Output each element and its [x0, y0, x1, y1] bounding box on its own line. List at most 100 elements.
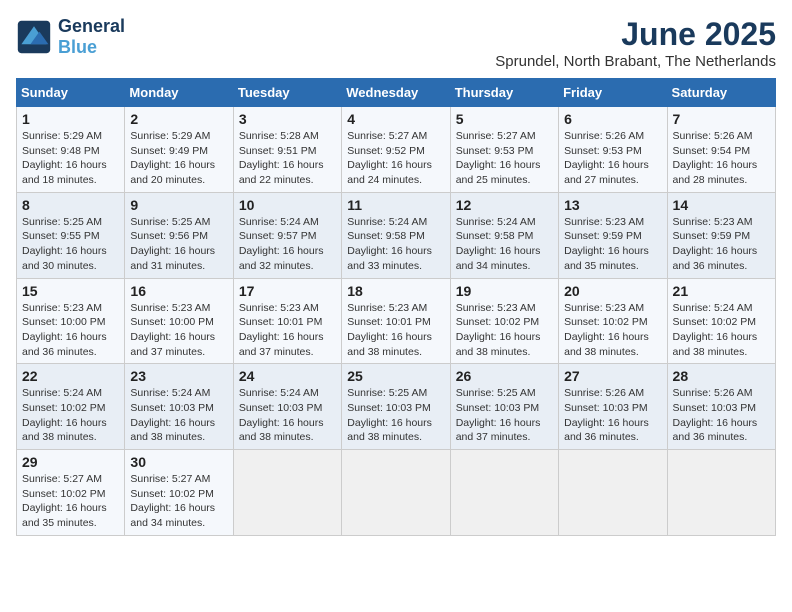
day-number: 23 — [130, 368, 227, 384]
day-info: Sunrise: 5:23 AM Sunset: 9:59 PM Dayligh… — [673, 215, 770, 274]
day-info: Sunrise: 5:28 AM Sunset: 9:51 PM Dayligh… — [239, 129, 336, 188]
day-info: Sunrise: 5:26 AM Sunset: 10:03 PM Daylig… — [673, 386, 770, 445]
table-cell: 6 Sunrise: 5:26 AM Sunset: 9:53 PM Daylig… — [559, 107, 667, 193]
day-number: 3 — [239, 111, 336, 127]
table-cell: 5 Sunrise: 5:27 AM Sunset: 9:53 PM Daylig… — [450, 107, 558, 193]
table-cell: 26 Sunrise: 5:25 AM Sunset: 10:03 PM Dayl… — [450, 364, 558, 450]
week-row-5: 29Sunrise: 5:27 AM Sunset: 10:02 PM Dayl… — [17, 450, 776, 536]
day-info: Sunrise: 5:24 AM Sunset: 10:02 PM Daylig… — [22, 386, 119, 445]
title-block: June 2025 Sprundel, North Brabant, The N… — [495, 16, 776, 70]
day-info: Sunrise: 5:26 AM Sunset: 9:54 PM Dayligh… — [673, 129, 770, 188]
col-monday: Monday — [125, 79, 233, 107]
day-number: 5 — [456, 111, 553, 127]
table-cell: 21 Sunrise: 5:24 AM Sunset: 10:02 PM Dayl… — [667, 278, 775, 364]
location-title: Sprundel, North Brabant, The Netherlands — [495, 53, 776, 70]
logo-text: General Blue — [58, 16, 125, 58]
day-number: 13 — [564, 197, 661, 213]
day-number: 17 — [239, 283, 336, 299]
day-info: Sunrise: 5:27 AM Sunset: 10:02 PM Daylig… — [130, 472, 227, 531]
table-cell — [559, 450, 667, 536]
day-number: 26 — [456, 368, 553, 384]
table-cell: 10 Sunrise: 5:24 AM Sunset: 9:57 PM Dayli… — [233, 192, 341, 278]
logo-icon — [16, 19, 52, 55]
table-cell: 24Sunrise: 5:24 AM Sunset: 10:03 PM Dayl… — [233, 364, 341, 450]
day-number: 25 — [347, 368, 444, 384]
day-info: Sunrise: 5:24 AM Sunset: 9:58 PM Dayligh… — [347, 215, 444, 274]
day-number: 2 — [130, 111, 227, 127]
table-cell: 7 Sunrise: 5:26 AM Sunset: 9:54 PM Daylig… — [667, 107, 775, 193]
table-cell: 14 Sunrise: 5:23 AM Sunset: 9:59 PM Dayli… — [667, 192, 775, 278]
day-info: Sunrise: 5:25 AM Sunset: 10:03 PM Daylig… — [456, 386, 553, 445]
day-info: Sunrise: 5:26 AM Sunset: 10:03 PM Daylig… — [564, 386, 661, 445]
day-info: Sunrise: 5:25 AM Sunset: 9:56 PM Dayligh… — [130, 215, 227, 274]
day-number: 14 — [673, 197, 770, 213]
calendar-table: Sunday Monday Tuesday Wednesday Thursday… — [16, 78, 776, 536]
table-cell: 13 Sunrise: 5:23 AM Sunset: 9:59 PM Dayli… — [559, 192, 667, 278]
day-number: 20 — [564, 283, 661, 299]
table-cell — [667, 450, 775, 536]
day-info: Sunrise: 5:27 AM Sunset: 10:02 PM Daylig… — [22, 472, 119, 531]
table-cell: 1Sunrise: 5:29 AM Sunset: 9:48 PM Daylig… — [17, 107, 125, 193]
day-info: Sunrise: 5:24 AM Sunset: 10:02 PM Daylig… — [673, 301, 770, 360]
table-cell: 18Sunrise: 5:23 AM Sunset: 10:01 PM Dayl… — [342, 278, 450, 364]
day-number: 16 — [130, 283, 227, 299]
day-info: Sunrise: 5:24 AM Sunset: 9:58 PM Dayligh… — [456, 215, 553, 274]
week-row-4: 22 Sunrise: 5:24 AM Sunset: 10:02 PM Dayl… — [17, 364, 776, 450]
day-number: 7 — [673, 111, 770, 127]
day-info: Sunrise: 5:27 AM Sunset: 9:52 PM Dayligh… — [347, 129, 444, 188]
table-cell: 12 Sunrise: 5:24 AM Sunset: 9:58 PM Dayli… — [450, 192, 558, 278]
logo: General Blue — [16, 16, 125, 58]
week-row-1: 1Sunrise: 5:29 AM Sunset: 9:48 PM Daylig… — [17, 107, 776, 193]
day-number: 24 — [239, 368, 336, 384]
table-cell: 27 Sunrise: 5:26 AM Sunset: 10:03 PM Dayl… — [559, 364, 667, 450]
day-number: 27 — [564, 368, 661, 384]
day-info: Sunrise: 5:26 AM Sunset: 9:53 PM Dayligh… — [564, 129, 661, 188]
day-number: 12 — [456, 197, 553, 213]
day-number: 19 — [456, 283, 553, 299]
table-cell: 9Sunrise: 5:25 AM Sunset: 9:56 PM Daylig… — [125, 192, 233, 278]
day-info: Sunrise: 5:27 AM Sunset: 9:53 PM Dayligh… — [456, 129, 553, 188]
table-cell: 19 Sunrise: 5:23 AM Sunset: 10:02 PM Dayl… — [450, 278, 558, 364]
day-number: 21 — [673, 283, 770, 299]
day-info: Sunrise: 5:23 AM Sunset: 10:02 PM Daylig… — [564, 301, 661, 360]
table-cell: 17 Sunrise: 5:23 AM Sunset: 10:01 PM Dayl… — [233, 278, 341, 364]
day-number: 10 — [239, 197, 336, 213]
day-info: Sunrise: 5:24 AM Sunset: 10:03 PM Daylig… — [130, 386, 227, 445]
day-number: 6 — [564, 111, 661, 127]
day-info: Sunrise: 5:29 AM Sunset: 9:48 PM Dayligh… — [22, 129, 119, 188]
col-saturday: Saturday — [667, 79, 775, 107]
col-friday: Friday — [559, 79, 667, 107]
day-info: Sunrise: 5:23 AM Sunset: 10:01 PM Daylig… — [239, 301, 336, 360]
col-tuesday: Tuesday — [233, 79, 341, 107]
col-thursday: Thursday — [450, 79, 558, 107]
month-title: June 2025 — [495, 16, 776, 53]
day-info: Sunrise: 5:23 AM Sunset: 10:00 PM Daylig… — [22, 301, 119, 360]
table-cell — [233, 450, 341, 536]
day-number: 4 — [347, 111, 444, 127]
day-info: Sunrise: 5:23 AM Sunset: 10:00 PM Daylig… — [130, 301, 227, 360]
day-info: Sunrise: 5:23 AM Sunset: 10:02 PM Daylig… — [456, 301, 553, 360]
day-info: Sunrise: 5:29 AM Sunset: 9:49 PM Dayligh… — [130, 129, 227, 188]
day-number: 30 — [130, 454, 227, 470]
day-number: 22 — [22, 368, 119, 384]
day-number: 15 — [22, 283, 119, 299]
day-info: Sunrise: 5:23 AM Sunset: 9:59 PM Dayligh… — [564, 215, 661, 274]
day-info: Sunrise: 5:23 AM Sunset: 10:01 PM Daylig… — [347, 301, 444, 360]
table-cell: 29Sunrise: 5:27 AM Sunset: 10:02 PM Dayl… — [17, 450, 125, 536]
table-cell: 22 Sunrise: 5:24 AM Sunset: 10:02 PM Dayl… — [17, 364, 125, 450]
table-cell: 11 Sunrise: 5:24 AM Sunset: 9:58 PM Dayli… — [342, 192, 450, 278]
day-info: Sunrise: 5:24 AM Sunset: 9:57 PM Dayligh… — [239, 215, 336, 274]
table-cell: 28 Sunrise: 5:26 AM Sunset: 10:03 PM Dayl… — [667, 364, 775, 450]
day-number: 11 — [347, 197, 444, 213]
day-info: Sunrise: 5:25 AM Sunset: 10:03 PM Daylig… — [347, 386, 444, 445]
week-row-3: 15 Sunrise: 5:23 AM Sunset: 10:00 PM Dayl… — [17, 278, 776, 364]
day-number: 28 — [673, 368, 770, 384]
day-number: 8 — [22, 197, 119, 213]
table-cell: 23 Sunrise: 5:24 AM Sunset: 10:03 PM Dayl… — [125, 364, 233, 450]
col-sunday: Sunday — [17, 79, 125, 107]
table-cell — [342, 450, 450, 536]
week-row-2: 8Sunrise: 5:25 AM Sunset: 9:55 PM Daylig… — [17, 192, 776, 278]
table-cell: 16 Sunrise: 5:23 AM Sunset: 10:00 PM Dayl… — [125, 278, 233, 364]
page-header: General Blue June 2025 Sprundel, North B… — [16, 16, 776, 70]
col-wednesday: Wednesday — [342, 79, 450, 107]
